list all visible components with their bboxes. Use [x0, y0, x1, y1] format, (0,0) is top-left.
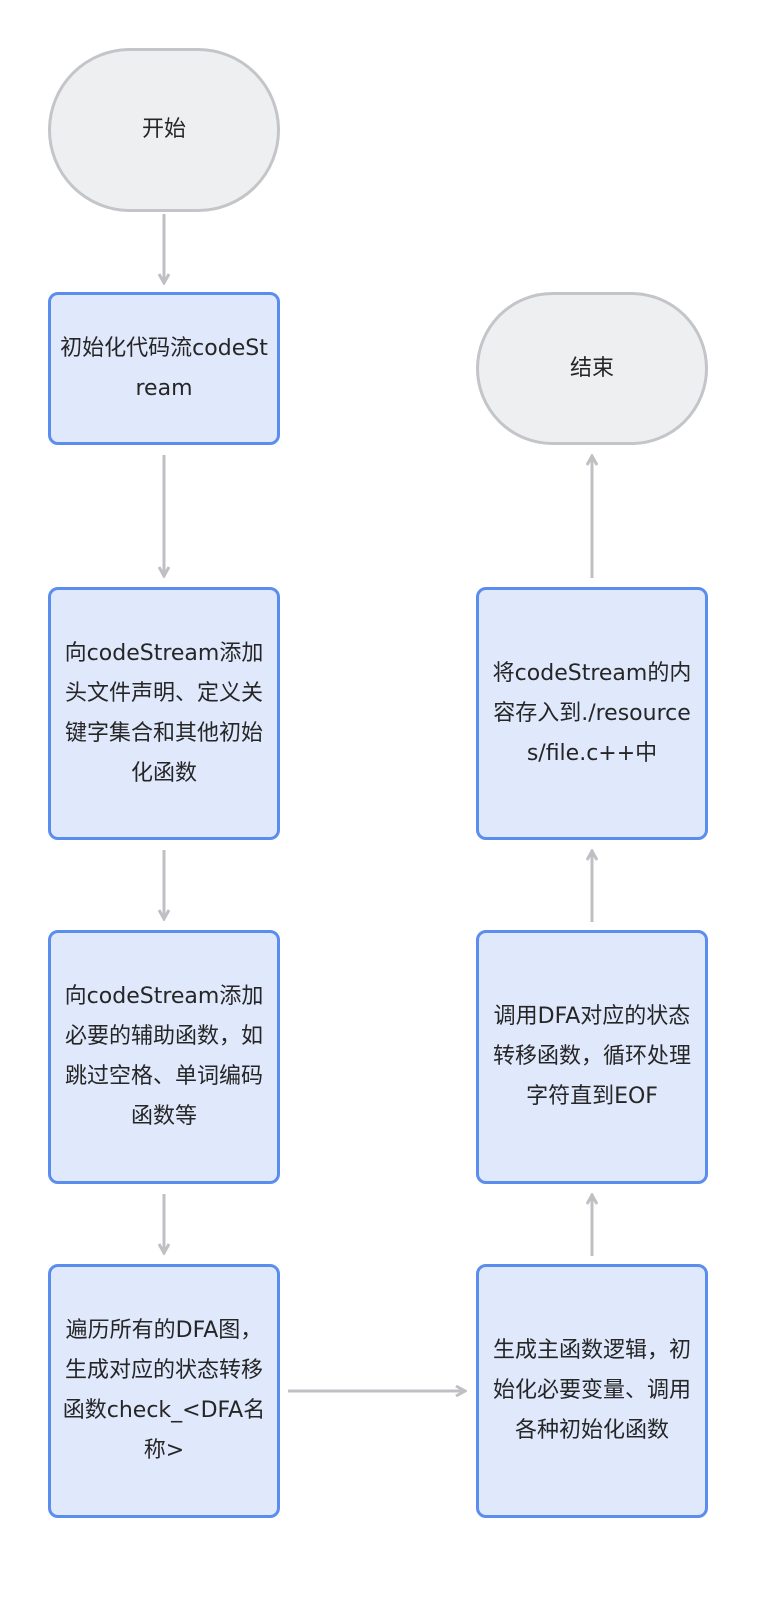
- end-node: 结束: [476, 292, 708, 445]
- call-dfa-node: 调用DFA对应的状态转移函数，循环处理字符直到EOF: [476, 930, 708, 1184]
- add-helpers-node: 向codeStream添加必要的辅助函数，如跳过空格、单词编码函数等: [48, 930, 280, 1184]
- start-node: 开始: [48, 48, 280, 212]
- traverse-dfa-node: 遍历所有的DFA图，生成对应的状态转移函数check_<DFA名称>: [48, 1264, 280, 1518]
- save-file-node: 将codeStream的内容存入到./resources/file.c++中: [476, 587, 708, 840]
- main-logic-node: 生成主函数逻辑，初始化必要变量、调用各种初始化函数: [476, 1264, 708, 1518]
- add-headers-node: 向codeStream添加头文件声明、定义关键字集合和其他初始化函数: [48, 587, 280, 840]
- init-stream-node: 初始化代码流codeStream: [48, 292, 280, 445]
